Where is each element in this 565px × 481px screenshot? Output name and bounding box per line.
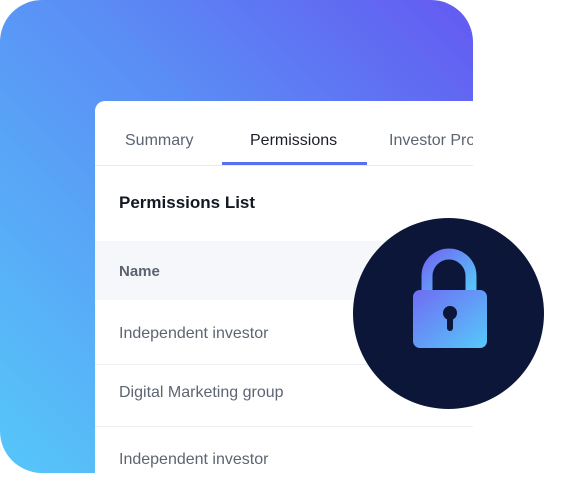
table-cell-name: Digital Marketing group xyxy=(119,384,284,401)
lock-badge xyxy=(353,218,544,409)
tab-bar: Summary Permissions Investor Pro xyxy=(95,101,473,166)
tab-summary[interactable]: Summary xyxy=(125,101,193,165)
section-title: Permissions List xyxy=(119,193,256,212)
lock-icon xyxy=(413,248,487,348)
active-tab-indicator xyxy=(222,162,367,165)
tab-investor-profile[interactable]: Investor Pro xyxy=(389,101,473,165)
column-header-name[interactable]: Name xyxy=(119,241,160,303)
table-cell-name: Independent investor xyxy=(119,325,269,342)
tab-permissions[interactable]: Permissions xyxy=(250,101,337,165)
table-cell-name: Independent investor xyxy=(119,451,269,468)
